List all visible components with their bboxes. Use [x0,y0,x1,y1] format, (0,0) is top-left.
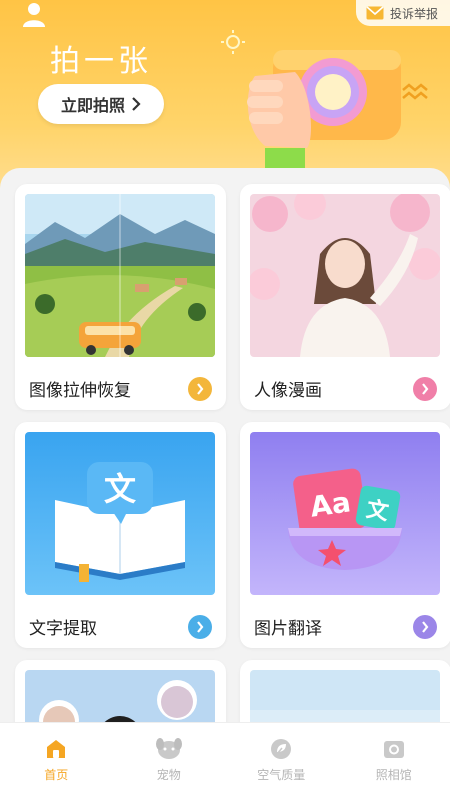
bottom-tab-bar: 首页 宠物 空气质量 照相馆 [0,722,450,801]
pet-icon [155,737,183,761]
tab-label: 照相馆 [376,766,412,783]
chevron-right-icon [196,383,204,395]
card-label: 图像拉伸恢复 [29,376,131,401]
tab-pet[interactable]: 宠物 [113,723,226,801]
chevron-right-icon [421,621,429,633]
take-photo-label: 立即拍照 [61,92,125,116]
tab-label: 宠物 [157,766,181,783]
text-book-icon: 文 [25,432,215,595]
tab-home[interactable]: 首页 [0,723,113,801]
chevron-right-icon [421,383,429,395]
portrait-image [250,194,440,357]
translate-icon: Aa 文 [250,432,440,595]
arrow-button[interactable] [188,615,212,639]
tab-label: 首页 [44,766,68,783]
card-label: 人像漫画 [254,376,322,401]
card-image-stretch-restore[interactable]: 图像拉伸恢复 [15,184,226,410]
take-photo-button[interactable]: 立即拍照 [38,84,164,124]
arrow-button[interactable] [413,615,437,639]
feature-grid: 图像拉伸恢复 人像漫画 [0,168,450,728]
tab-photo-studio[interactable]: 照相馆 [338,723,450,801]
arrow-button[interactable] [413,377,437,401]
chevron-right-icon [131,97,141,111]
card-label: 图片翻译 [254,614,322,639]
card-label: 文字提取 [29,614,97,639]
card-image-translate[interactable]: Aa 文 图片翻译 [240,422,450,648]
camera-hand-illustration [215,28,435,178]
wen-glyph: 文 [104,470,136,508]
landscape-image [25,194,215,357]
card-text-extract[interactable]: 文 文字提取 [15,422,226,648]
camera-icon [382,737,406,761]
mail-icon [366,6,384,20]
user-avatar-icon[interactable] [20,0,48,28]
aa-glyph: Aa [308,485,353,523]
report-button[interactable]: 投诉举报 [356,0,450,26]
leaf-icon [269,737,293,761]
chevron-right-icon [196,621,204,633]
report-label: 投诉举报 [390,5,438,22]
hero-title: 拍一张 [50,36,152,80]
tab-label: 空气质量 [257,766,305,783]
arrow-button[interactable] [188,377,212,401]
tab-air-quality[interactable]: 空气质量 [225,723,338,801]
home-icon [44,737,68,761]
card-portrait-comic[interactable]: 人像漫画 [240,184,450,410]
